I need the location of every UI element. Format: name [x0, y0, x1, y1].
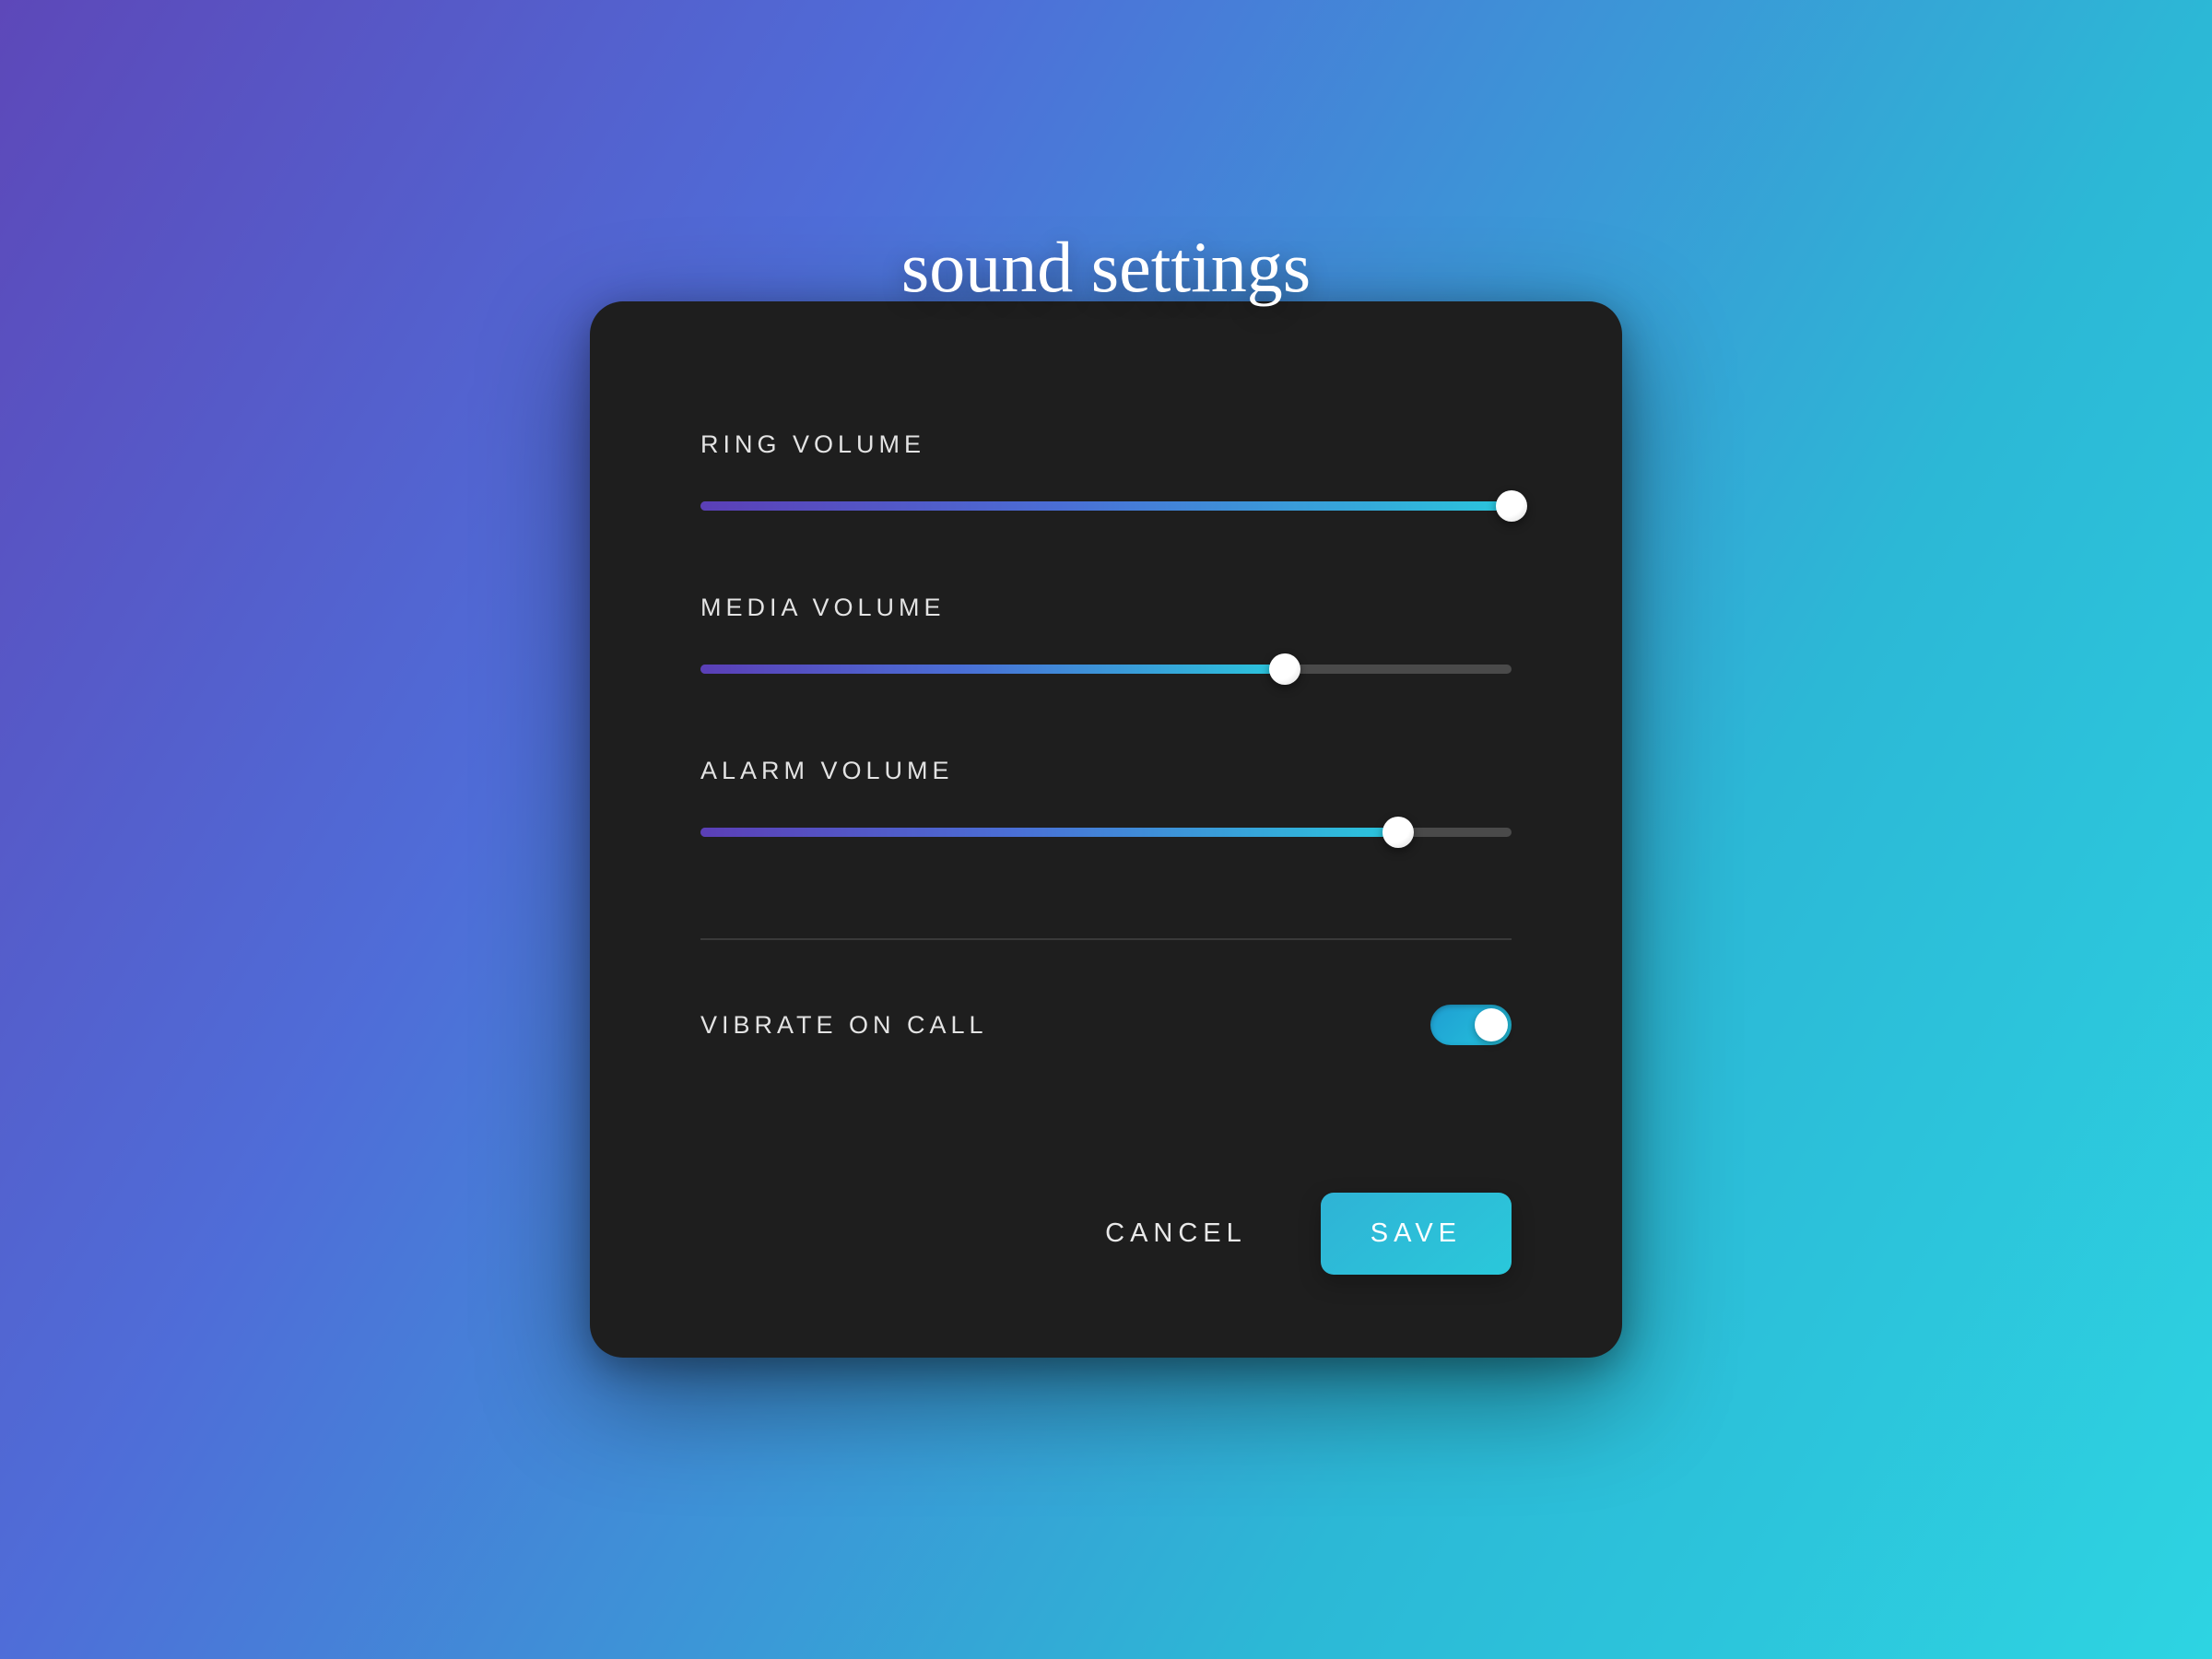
alarm-volume-label: ALARM VOLUME	[700, 757, 1512, 785]
media-volume-thumb[interactable]	[1269, 653, 1300, 685]
media-volume-label: MEDIA VOLUME	[700, 594, 1512, 622]
ring-volume-setting: RING VOLUME	[700, 430, 1512, 511]
alarm-volume-fill	[700, 828, 1398, 837]
divider	[700, 938, 1512, 940]
ring-volume-slider[interactable]	[700, 501, 1512, 511]
media-volume-slider[interactable]	[700, 665, 1512, 674]
toggle-knob-icon	[1475, 1008, 1508, 1041]
ring-volume-thumb[interactable]	[1496, 490, 1527, 522]
vibrate-on-call-row: VIBRATE ON CALL	[700, 1005, 1512, 1045]
ring-volume-fill	[700, 501, 1512, 511]
cancel-button[interactable]: CANCEL	[1096, 1198, 1256, 1269]
media-volume-fill	[700, 665, 1285, 674]
panel-title: sound settings	[901, 226, 1311, 309]
alarm-volume-setting: ALARM VOLUME	[700, 757, 1512, 837]
vibrate-on-call-label: VIBRATE ON CALL	[700, 1011, 988, 1040]
save-button[interactable]: SAVE	[1321, 1193, 1512, 1275]
media-volume-setting: MEDIA VOLUME	[700, 594, 1512, 674]
alarm-volume-thumb[interactable]	[1382, 817, 1414, 848]
vibrate-on-call-toggle[interactable]	[1430, 1005, 1512, 1045]
alarm-volume-slider[interactable]	[700, 828, 1512, 837]
ring-volume-label: RING VOLUME	[700, 430, 1512, 459]
action-buttons: CANCEL SAVE	[700, 1193, 1512, 1275]
settings-panel: RING VOLUME MEDIA VOLUME ALARM VOLUME VI…	[590, 301, 1622, 1358]
